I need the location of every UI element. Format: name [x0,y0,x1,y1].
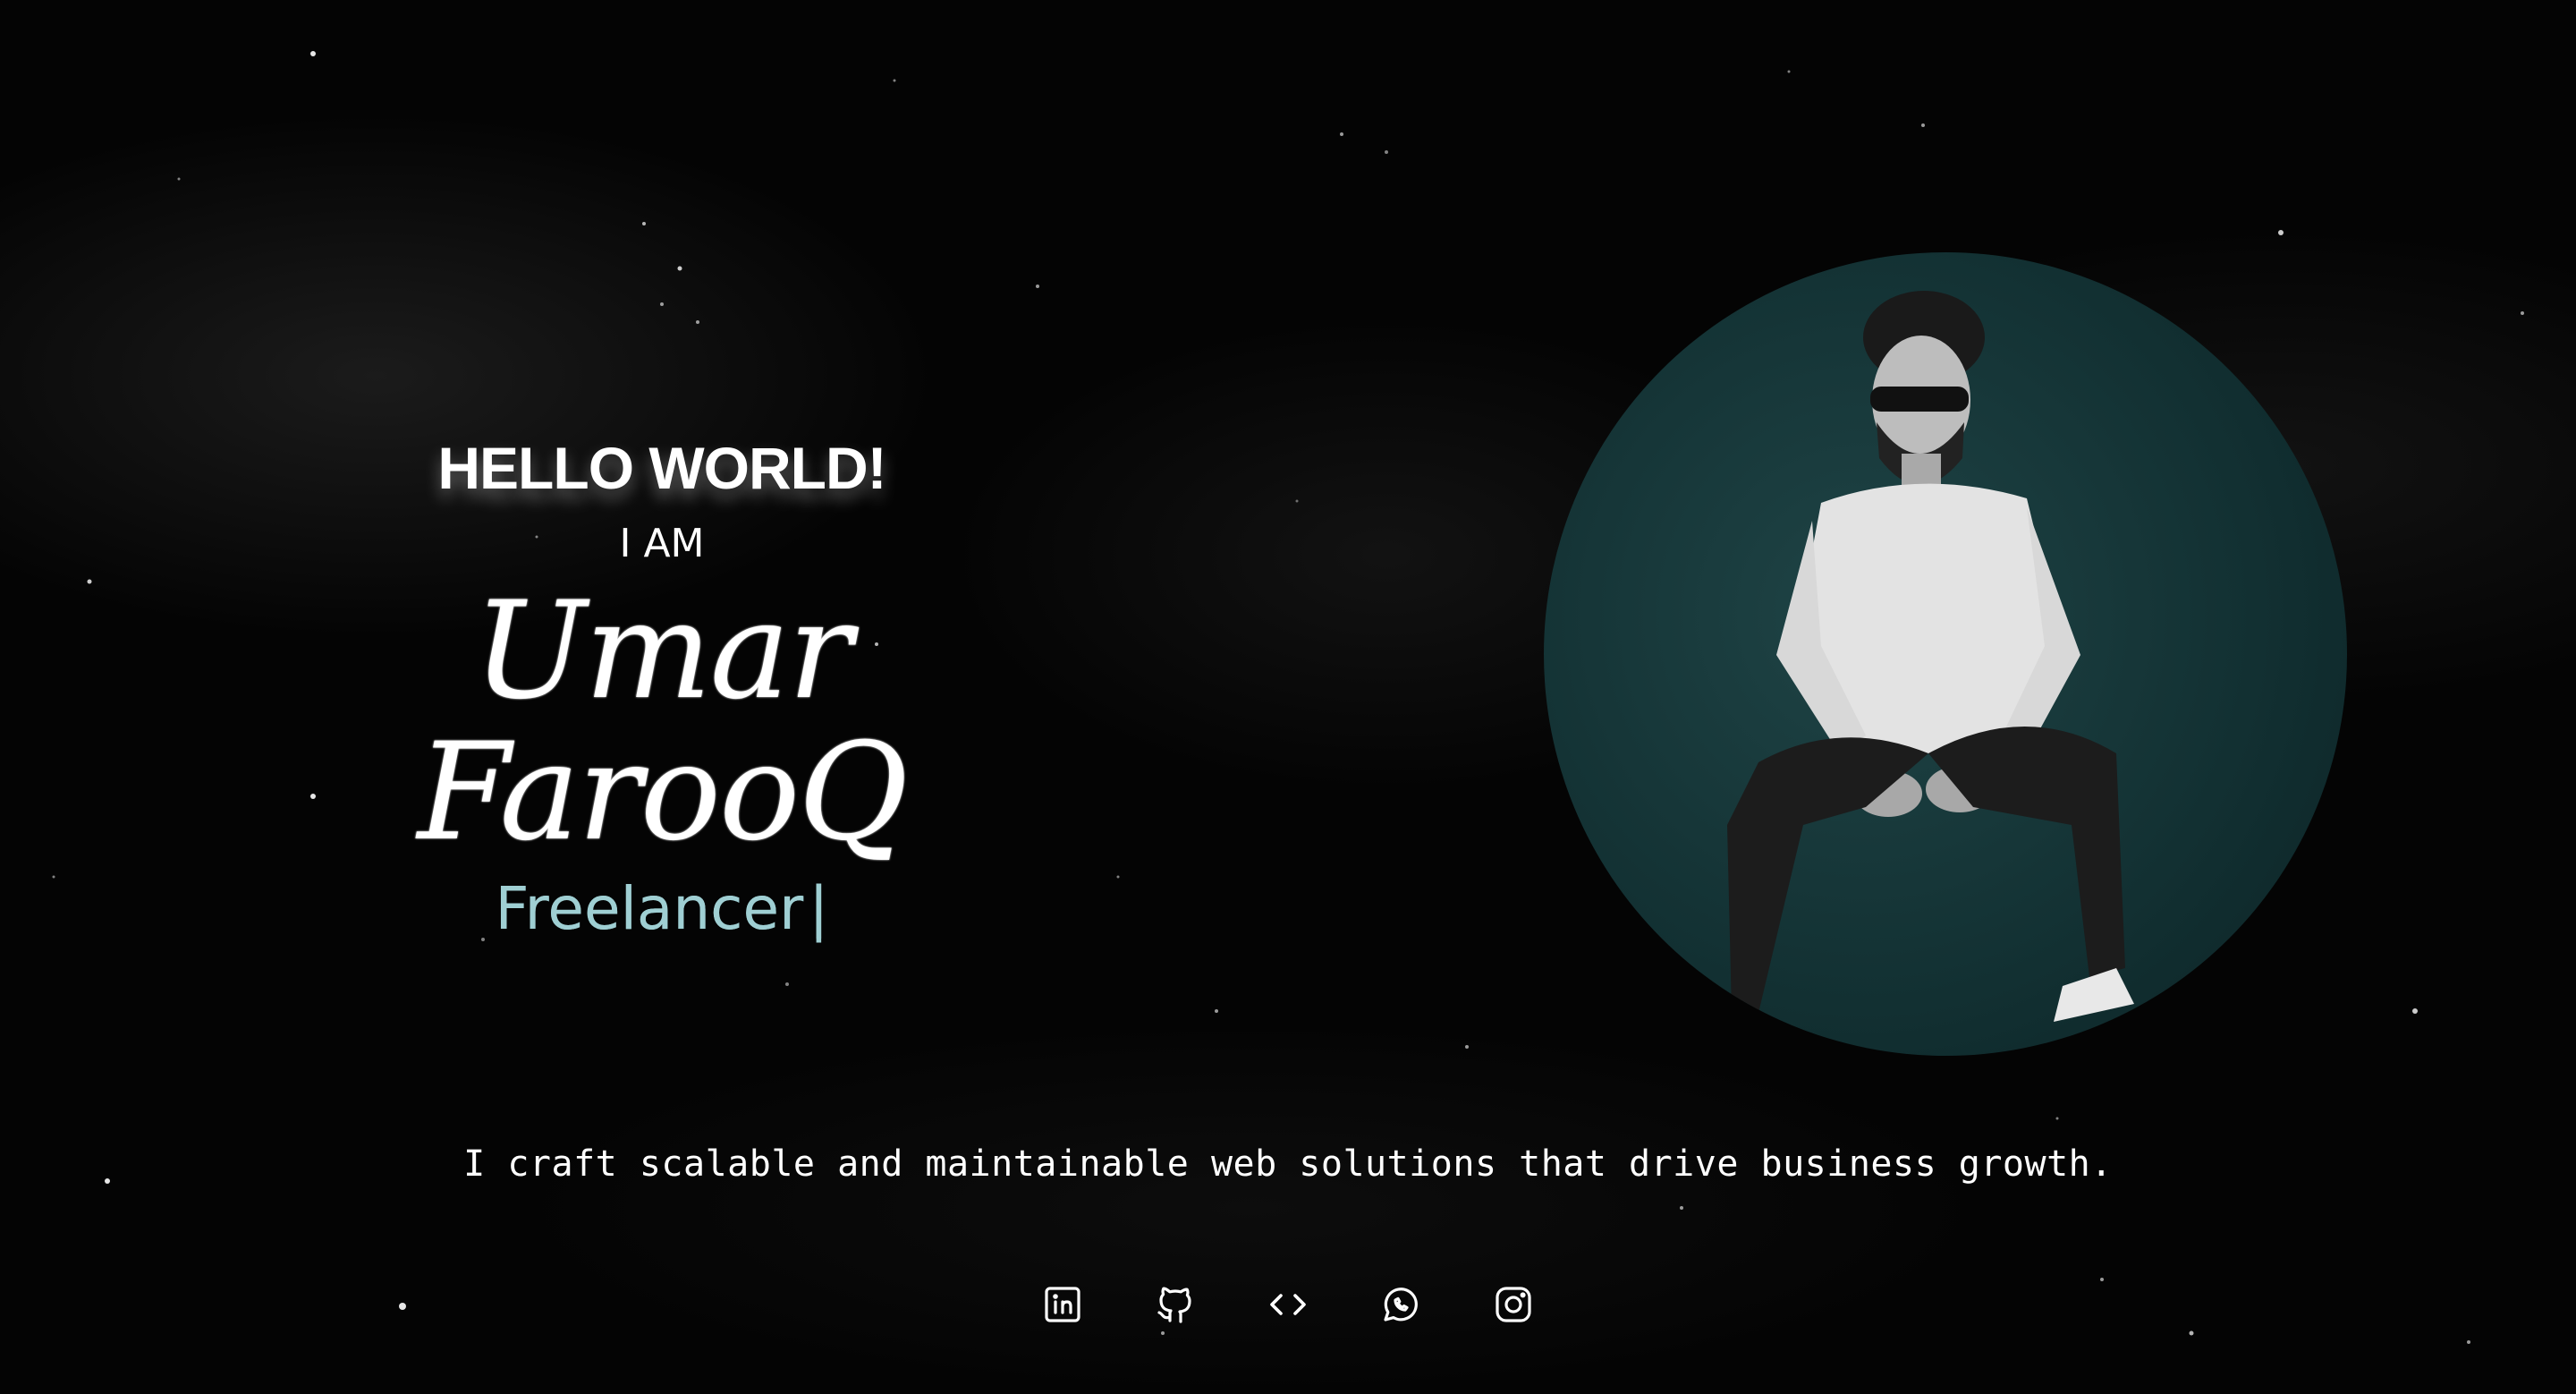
whatsapp-link[interactable] [1376,1279,1426,1330]
instagram-icon [1496,1287,1531,1322]
whatsapp-icon [1384,1288,1418,1322]
intro-label: I AM [619,521,705,566]
github-icon [1157,1287,1191,1323]
linkedin-icon [1045,1287,1080,1322]
social-links [1038,1279,1538,1330]
linkedin-link[interactable] [1038,1279,1088,1330]
instagram-link[interactable] [1488,1279,1538,1330]
tagline-text: I craft scalable and maintainable web so… [463,1143,2113,1185]
greeting-heading: HELLO WORLD! [437,435,886,501]
role-text: Freelancer [495,874,804,943]
person-silhouette-icon [1727,291,2134,1022]
typing-cursor: | [809,874,829,943]
code-link[interactable] [1263,1279,1313,1330]
typed-role: Freelancer| [268,880,1055,939]
person-name: Umar FarooQ [417,574,909,871]
github-link[interactable] [1150,1279,1200,1330]
hero-intro: HELLO WORLD! I AM Umar FarooQ Freelancer… [268,438,1055,939]
profile-photo [1544,252,2347,1056]
code-icon [1270,1294,1306,1315]
